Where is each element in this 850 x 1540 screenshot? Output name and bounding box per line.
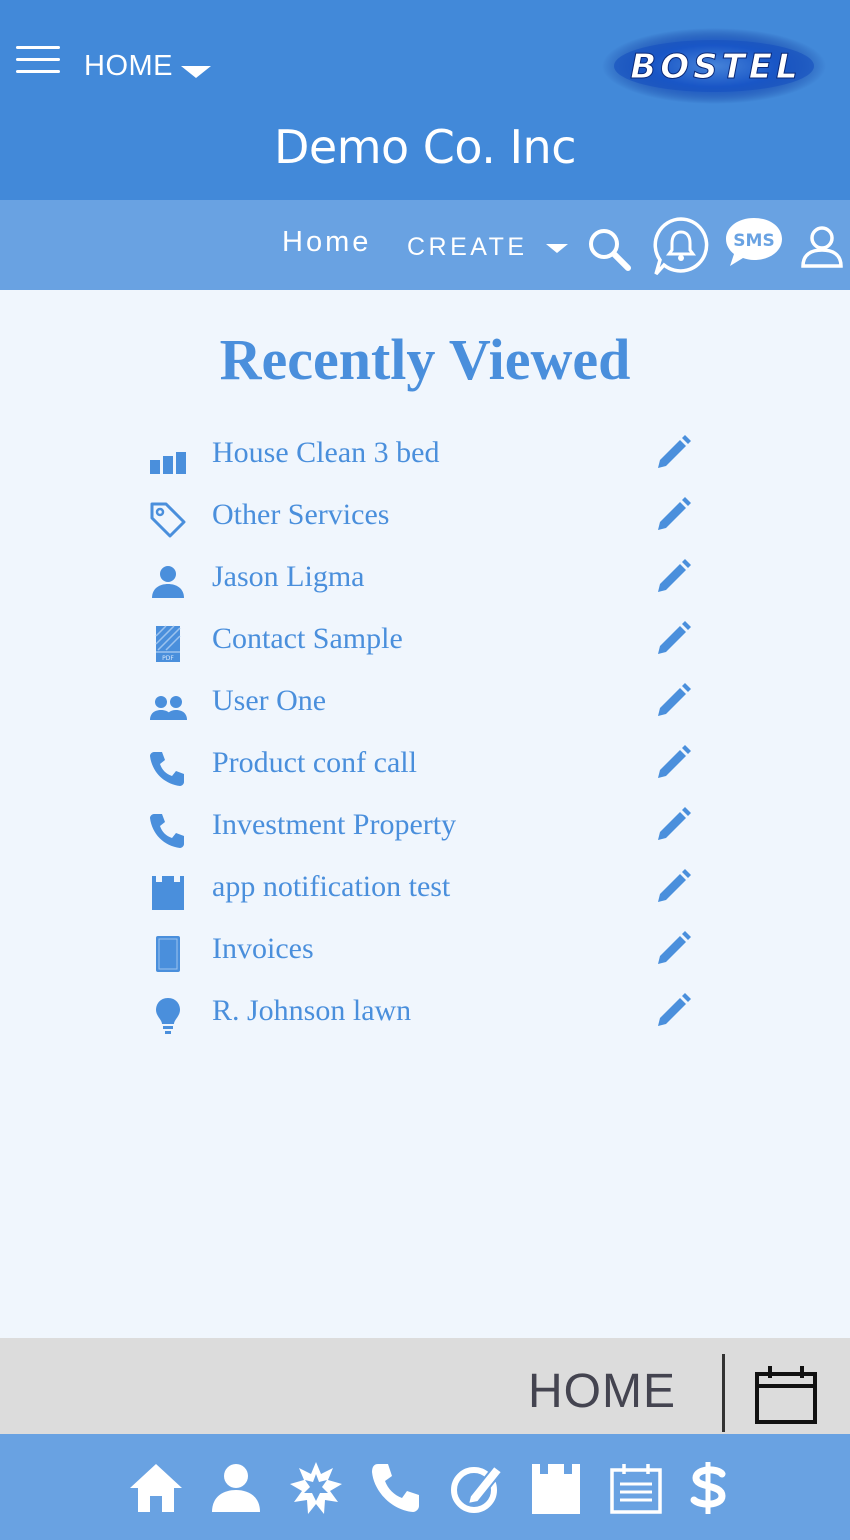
edit-pencil-icon[interactable]: [654, 680, 694, 720]
footer-divider: [722, 1354, 725, 1432]
sms-chat-icon[interactable]: SMS: [724, 216, 784, 268]
tag-icon: [150, 502, 186, 538]
list-item-label: Jason Ligma: [212, 560, 365, 593]
lightbulb-icon: [156, 998, 180, 1034]
list-item-label: Contact Sample: [212, 622, 403, 655]
page-title: Recently Viewed: [219, 327, 631, 392]
list-item[interactable]: Other Services: [140, 486, 720, 548]
search-icon[interactable]: [586, 226, 632, 272]
chevron-down-icon: [545, 243, 568, 253]
list-item[interactable]: R. Johnson lawn: [140, 982, 720, 1044]
person-icon[interactable]: [208, 1460, 264, 1516]
svg-text:BOSTEL: BOSTEL: [630, 47, 801, 87]
person-icon: [152, 566, 184, 598]
dollar-icon[interactable]: [680, 1460, 736, 1516]
create-label: CREATE: [407, 232, 528, 261]
list-item[interactable]: Jason Ligma: [140, 548, 720, 610]
phone-icon[interactable]: [368, 1460, 424, 1516]
list-item-label: R. Johnson lawn: [212, 994, 412, 1027]
list-item-label: app notification test: [212, 870, 451, 903]
list-item[interactable]: app notification test: [140, 858, 720, 920]
clapperboard-icon: [152, 876, 184, 910]
edit-pencil-icon[interactable]: [654, 556, 694, 596]
chevron-down-icon: [181, 66, 211, 78]
list-item-label: Invoices: [212, 932, 314, 965]
bottom-tab-bar: [0, 1434, 850, 1540]
footer-bar: HOME: [0, 1338, 850, 1434]
nav-bar: Home CREATE SMS: [0, 200, 850, 290]
home-menu-label: HOME: [84, 49, 173, 82]
list-item[interactable]: Product conf call: [140, 734, 720, 796]
edit-pencil-icon[interactable]: [654, 866, 694, 906]
calendar-icon[interactable]: [752, 1362, 820, 1426]
bar-chart-icon: [150, 452, 186, 474]
user-profile-icon[interactable]: [800, 224, 844, 268]
list-item-label: House Clean 3 bed: [212, 436, 440, 469]
notification-bell-icon[interactable]: [652, 216, 710, 278]
edit-pencil-icon[interactable]: [654, 432, 694, 472]
edit-pencil-icon[interactable]: [654, 494, 694, 534]
recently-viewed-list: House Clean 3 bed Other Services Jason L…: [140, 424, 720, 1044]
list-item[interactable]: PDF Contact Sample: [140, 610, 720, 672]
edit-pencil-icon[interactable]: [654, 928, 694, 968]
edit-pencil-icon[interactable]: [654, 618, 694, 658]
clapperboard-icon[interactable]: [528, 1460, 584, 1516]
edit-pencil-icon[interactable]: [654, 990, 694, 1030]
list-item-label: Product conf call: [212, 746, 417, 779]
create-dropdown[interactable]: CREATE: [407, 230, 568, 264]
home-icon[interactable]: [128, 1460, 184, 1516]
notepad-icon[interactable]: [608, 1460, 664, 1516]
list-item-label: Investment Property: [212, 808, 457, 841]
bostel-logo: BOSTEL: [602, 28, 826, 104]
nav-home-link[interactable]: Home: [282, 226, 371, 259]
pdf-document-icon: PDF: [155, 625, 181, 662]
users-group-icon: [150, 696, 187, 720]
list-item-label: Other Services: [212, 498, 390, 531]
list-item[interactable]: House Clean 3 bed: [140, 424, 720, 486]
svg-text:SMS: SMS: [733, 231, 774, 251]
phone-icon: [150, 814, 184, 848]
starburst-icon[interactable]: [288, 1460, 344, 1516]
company-name: Demo Co. Inc: [273, 120, 577, 174]
list-item[interactable]: User One: [140, 672, 720, 734]
footer-page-label: HOME: [528, 1365, 676, 1418]
app-header: HOME BOSTEL Demo Co. Inc: [0, 0, 850, 200]
phone-icon: [150, 752, 184, 786]
hamburger-menu-icon[interactable]: [16, 46, 60, 76]
invoice-icon: [156, 936, 180, 972]
edit-pencil-icon[interactable]: [654, 804, 694, 844]
list-item[interactable]: Investment Property: [140, 796, 720, 858]
svg-text:PDF: PDF: [162, 655, 174, 662]
home-menu-dropdown[interactable]: HOME: [84, 46, 211, 86]
list-item-label: User One: [212, 684, 327, 717]
edit-circle-icon[interactable]: [448, 1460, 504, 1516]
edit-pencil-icon[interactable]: [654, 742, 694, 782]
list-item[interactable]: Invoices: [140, 920, 720, 982]
